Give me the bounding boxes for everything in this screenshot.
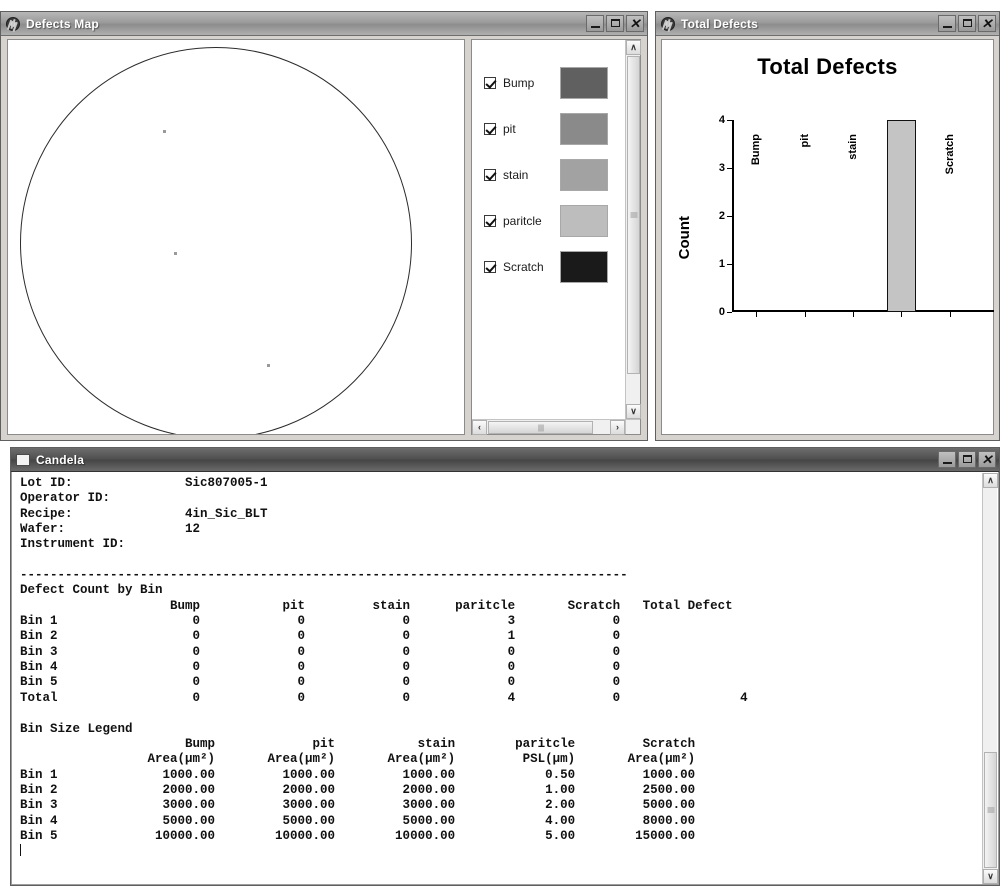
chart-title: Total Defects [757,54,898,79]
scroll-grip-icon [538,424,543,431]
chart-y-tick [727,264,732,265]
chart-y-axis-label: Count [676,216,693,260]
checkbox-paritcle[interactable] [484,215,496,227]
chart-x-tick-label: Bump [750,134,763,166]
chart-y-tick [727,120,732,121]
chart-y-tick-label: 1 [718,258,725,270]
candela-report-text[interactable]: Lot ID: Sic807005-1 Operator ID: Recipe:… [20,476,980,884]
legend-item-label: stain [503,168,529,182]
candela-title: Candela [36,452,85,467]
chart-x-tick [949,312,951,317]
java-icon [661,16,675,31]
legend-item-scratch[interactable]: Scratch [472,244,625,290]
legend-item-label: Bump [503,76,535,90]
minimize-button[interactable] [938,451,956,468]
maximize-button[interactable] [958,451,976,468]
scroll-left-arrow-icon[interactable]: ‹ [472,420,487,435]
maximize-button[interactable] [606,15,624,32]
wafer-map-panel[interactable] [7,39,465,435]
legend-item-stain[interactable]: stain [472,152,625,198]
close-button[interactable]: ✕ [626,15,644,32]
window-controls: ✕ [938,451,996,468]
close-button[interactable]: ✕ [978,451,996,468]
total-defects-titlebar[interactable]: Total Defects ✕ [656,12,999,36]
chart-y-tick-label: 2 [718,210,725,222]
chart-bar-paritcle[interactable] [886,120,916,312]
scroll-up-arrow-icon[interactable]: ∧ [983,473,998,488]
scroll-down-arrow-icon[interactable]: ∨ [983,869,998,884]
scroll-right-arrow-icon[interactable]: › [610,420,625,435]
legend-color-swatch[interactable] [560,67,608,99]
maximize-button[interactable] [958,15,976,32]
candela-window: Candela ✕ Lot ID: Sic807005-1 Operator I… [10,447,1000,886]
defects-map-window: Defects Map ✕ Bump pit stain paritcle Scratc… [0,11,648,441]
defect-point[interactable] [174,252,177,255]
legend-list: Bump pit stain paritcle Scratch [472,40,625,419]
text-caret [20,844,21,857]
candela-titlebar[interactable]: Candela ✕ [11,448,999,472]
legend-vscroll-thumb[interactable] [627,56,640,374]
window-controls: ✕ [938,15,996,32]
legend-item-pit[interactable]: pit [472,106,625,152]
scroll-grip-icon [630,212,637,218]
java-icon [6,16,20,31]
legend-color-swatch[interactable] [560,205,608,237]
defect-point[interactable] [267,364,270,367]
chart-y-tick-label: 4 [718,114,725,126]
scroll-up-arrow-icon[interactable]: ∧ [626,40,641,55]
defect-point[interactable] [163,130,166,133]
candela-vscroll-thumb[interactable] [984,752,997,868]
legend-horizontal-scrollbar[interactable]: ‹ › [472,419,625,435]
total-defects-window: Total Defects ✕ Total Defects Count 0 1 2 3… [655,11,1000,441]
checkbox-pit[interactable] [484,123,496,135]
chart-x-tick-label: Scratch [943,134,956,175]
checkbox-stain[interactable] [484,169,496,181]
legend-vertical-scrollbar[interactable]: ∧ ∨ [625,40,641,419]
legend-color-swatch[interactable] [560,159,608,191]
legend-item-label: pit [503,122,516,136]
chart-x-axis [732,310,994,312]
scrollbar-corner [625,419,640,434]
chart-plot-area: 01234BumppitstainparitcleScratch [719,114,994,318]
chart-y-axis [732,120,734,312]
chart-x-tick-label: pit [798,134,811,148]
legend-hscroll-thumb[interactable] [488,421,593,434]
window-controls: ✕ [586,15,644,32]
candela-body: Lot ID: Sic807005-1 Operator ID: Recipe:… [11,472,999,885]
legend-item-paritcle[interactable]: paritcle [472,198,625,244]
defect-class-legend-panel: Bump pit stain paritcle Scratch ∧ ∨ ‹ › [471,39,641,435]
bar-chart: Total Defects Count 01234Bumppitstainpar… [661,39,994,435]
legend-item-label: paritcle [503,214,542,228]
chart-x-tick-label: stain [847,134,859,160]
legend-color-swatch[interactable] [560,113,608,145]
total-defects-body: Total Defects Count 01234Bumppitstainpar… [656,36,999,440]
defects-map-titlebar[interactable]: Defects Map ✕ [1,12,647,36]
chart-y-tick [727,168,732,169]
minimize-button[interactable] [586,15,604,32]
scroll-down-arrow-icon[interactable]: ∨ [626,404,641,419]
chart-y-tick-label: 0 [718,306,725,318]
defects-map-title: Defects Map [26,16,99,31]
legend-item-bump[interactable]: Bump [472,60,625,106]
chart-y-tick [727,216,732,217]
chart-y-tick-label: 3 [718,162,725,174]
chart-x-tick [756,312,758,317]
chart-x-tick [853,312,854,317]
total-defects-title: Total Defects [681,16,759,31]
checkbox-bump[interactable] [484,77,496,89]
minimize-button[interactable] [938,15,956,32]
legend-item-label: Scratch [503,260,544,274]
chart-y-tick [727,312,732,313]
defects-map-body: Bump pit stain paritcle Scratch ∧ ∨ ‹ › [1,36,647,440]
close-button[interactable]: ✕ [978,15,996,32]
scroll-grip-icon [987,807,994,813]
checkbox-scratch[interactable] [484,261,496,273]
document-icon [16,454,30,466]
wafer-outline [20,47,412,434]
legend-color-swatch[interactable] [560,251,608,283]
candela-vertical-scrollbar[interactable]: ∧ ∨ [982,473,998,884]
chart-x-tick [804,312,806,317]
chart-x-tick [901,312,903,317]
